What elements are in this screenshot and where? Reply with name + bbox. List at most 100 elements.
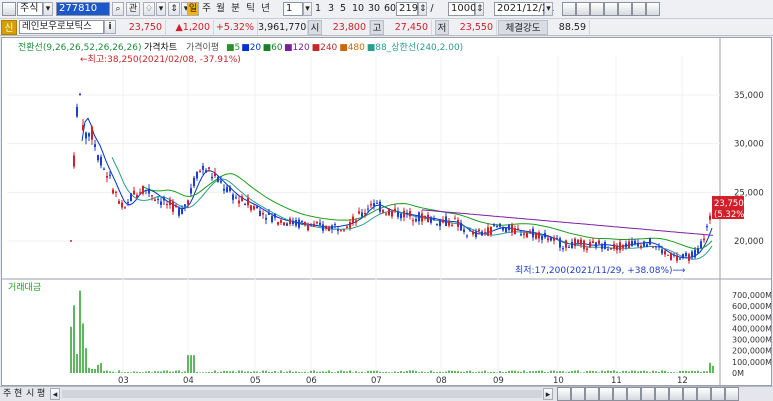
candle-body [676,255,678,261]
legend-ma-item: ■20 [241,43,261,53]
volume-tick-label: 600,000M [732,302,771,311]
calendar-icon[interactable] [562,2,576,16]
chevron-down-icon[interactable]: ▾ [303,2,312,16]
zoom-in-icon[interactable] [571,387,585,401]
chart-panel[interactable]: 35,000 30,000 25,000 20,000 700,000M 600,000M… [1,37,772,386]
prev-icon[interactable] [2,2,16,16]
print-icon[interactable] [618,2,632,16]
market-select[interactable]: 주식 [17,2,43,16]
scroll-start-icon[interactable] [585,387,599,401]
spinner-icon[interactable]: ⇕ [475,2,484,16]
bar-count-input[interactable]: 219 [396,2,418,16]
bottom-bar: 주 현 시 평 ◂ ▸ [0,386,773,401]
draw-icon[interactable] [655,387,669,401]
pointer-icon[interactable] [641,387,655,401]
tab-pyeong[interactable]: 평 [37,388,45,400]
text-tool-icon[interactable] [669,387,683,401]
quick-60[interactable]: 60 [383,2,397,16]
candle-body [388,208,390,216]
spinner-icon[interactable]: ⇕ [418,2,427,16]
volume-bar [478,371,480,373]
export-icon[interactable] [604,2,618,16]
volume-bar [409,370,411,373]
candle-body [304,221,306,225]
max-bars-input[interactable]: 1000 [448,2,476,16]
period-tick[interactable]: 틱 [245,2,256,16]
save-icon[interactable] [697,387,711,401]
table-icon[interactable] [590,2,604,16]
volume-bar [73,305,75,373]
bell-icon[interactable]: ♢ [143,2,155,16]
horizontal-scrollbar[interactable] [62,390,542,398]
volume-bar [511,370,513,373]
month-tick-label: 04 [183,376,194,385]
low-label: 저 [435,20,449,35]
volume-bar [280,370,282,373]
zoom-out-icon[interactable] [557,387,571,401]
quick-5[interactable]: 5 [338,2,348,16]
period-minute[interactable]: 분 [230,2,241,16]
grid-icon[interactable] [576,2,590,16]
scroll-left-button[interactable]: ◂ [50,388,60,400]
month-tick-label: 10 [553,376,564,385]
quick-10[interactable]: 10 [351,2,365,16]
low-note: 최저:17,200(2021/11/29, +38.08%)⟶ [515,265,686,276]
period-month[interactable]: 월 [215,2,226,16]
chevron-down-icon[interactable]: ▾ [156,2,166,16]
period-year[interactable]: 년 [260,2,271,16]
period-week[interactable]: 주 [201,2,212,16]
eraser-icon[interactable] [683,387,697,401]
volume-bar [457,371,459,373]
price-chart[interactable]: 35,00030,00025,00020,000700,000M600,000M… [2,38,772,386]
tab-ju[interactable]: 주 [3,388,11,400]
layout-icon[interactable] [613,387,627,401]
link-icon[interactable] [646,2,660,16]
candle-body [634,240,636,245]
quick-1[interactable]: 1 [313,2,323,16]
candle-body [265,217,267,220]
gwan-button[interactable]: 관 [126,2,140,16]
quick-3[interactable]: 3 [326,2,336,16]
scroll-end-icon[interactable] [599,387,613,401]
candle-body [499,223,501,227]
open-label: 시 [308,20,322,35]
candle-body [424,215,426,218]
scroll-right-button[interactable]: ▸ [543,388,553,400]
candle-body [427,214,429,223]
period-number-input[interactable]: 1 [283,2,303,16]
volume-bar [157,371,159,373]
volume-bar [445,371,447,373]
volume-bar [673,372,675,373]
chevron-down-icon[interactable]: ▾ [43,2,53,16]
home-icon[interactable] [725,387,739,401]
candle-body [70,240,72,242]
volume-bar [424,372,426,373]
candle-body [622,245,624,248]
volume-bar [178,370,180,373]
date-input[interactable]: 2021/12/21 [494,2,555,16]
price-tick-label: 20,000 [734,237,764,247]
tab-si[interactable]: 시 [26,388,34,400]
search-icon[interactable]: ⌕ [112,2,124,16]
info-icon[interactable]: i [104,20,116,34]
day-period-button[interactable]: 일 [187,2,199,16]
candle-body [421,213,423,222]
updown-icon[interactable]: ⇕ [168,2,180,16]
volume-bar [631,370,633,373]
volume-bar [379,371,381,373]
code-input[interactable]: 277810 [56,2,110,16]
volume-bar [139,372,141,373]
price-tick-label: 30,000 [734,140,764,150]
legend-ma-item: ■88_상한선(240,2.00) [367,42,463,53]
volume-bar [373,370,375,373]
quick-30[interactable]: 30 [367,2,381,16]
refresh-icon[interactable] [711,387,725,401]
candle-body [316,221,318,224]
volume-bar [664,370,666,373]
volume-bar [625,370,627,373]
settings-icon[interactable] [632,2,646,16]
crosshair-icon[interactable] [627,387,641,401]
legend-ma-item: ■240 [312,43,338,53]
chevron-down-icon[interactable]: ▾ [544,2,553,16]
tab-hyeon[interactable]: 현 [14,388,22,400]
